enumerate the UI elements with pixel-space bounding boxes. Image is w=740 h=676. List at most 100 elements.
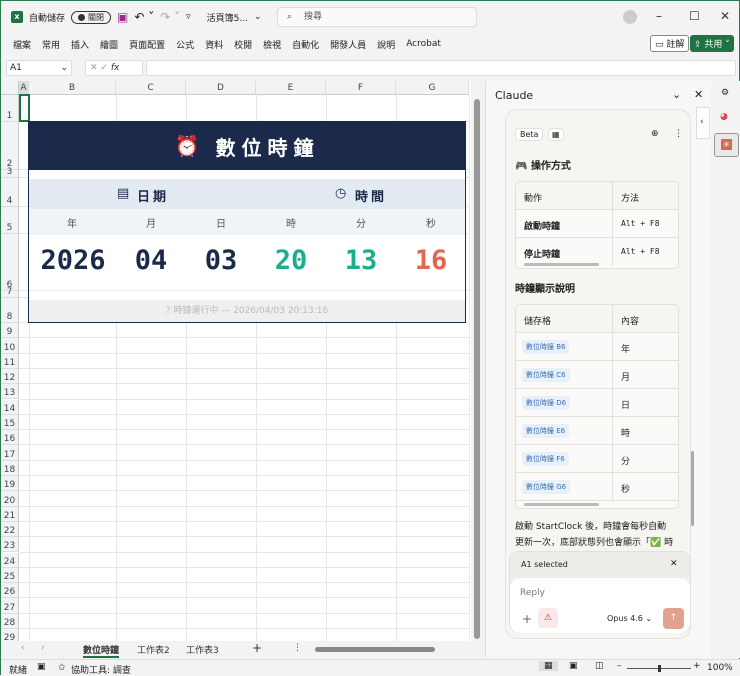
maximize-button[interactable]: ☐ <box>689 9 700 23</box>
row-header[interactable]: 8 <box>1 298 19 323</box>
row-header[interactable]: 11 <box>1 353 19 369</box>
row-header[interactable]: 26 <box>1 583 19 599</box>
menu-help[interactable]: 說明 <box>377 38 395 51</box>
selected-cell-a1[interactable] <box>19 94 30 122</box>
menu-draw[interactable]: 繪圖 <box>100 38 118 51</box>
search-input[interactable]: ⌕ 搜尋 <box>277 7 477 27</box>
macro-record-icon[interactable]: ▣ <box>37 662 46 672</box>
close-panel-icon[interactable]: ✕ <box>694 88 703 101</box>
select-all-button[interactable] <box>1 81 19 95</box>
menu-home[interactable]: 常用 <box>42 38 60 51</box>
row-header[interactable]: 14 <box>1 399 19 415</box>
cell-reference-chip[interactable]: 數位時鐘 F6 <box>522 452 569 466</box>
customize-qat-icon[interactable]: ▿ <box>186 12 191 22</box>
collapse-icon[interactable]: ‹ <box>696 107 710 139</box>
claude-addin-button[interactable]: ✳ <box>714 133 739 157</box>
row-header[interactable]: 22 <box>1 521 19 538</box>
column-header-g[interactable]: G <box>396 81 469 95</box>
row-header[interactable]: 20 <box>1 491 19 507</box>
column-header-a[interactable]: A <box>19 81 29 95</box>
zoom-in-button[interactable]: + <box>693 661 701 671</box>
redo-icon[interactable]: ↷ ˅ <box>160 10 180 24</box>
name-box[interactable]: A1 ⌄ <box>6 60 72 76</box>
zoom-slider[interactable] <box>627 665 691 672</box>
normal-view-icon[interactable]: ▦ <box>539 661 558 671</box>
cell-reference-chip[interactable]: 數位時鐘 E6 <box>522 424 570 438</box>
comments-button[interactable]: ▭ 註解 <box>650 35 690 52</box>
menu-view[interactable]: 檢視 <box>263 38 281 51</box>
sheet-context-icon[interactable]: ▦ <box>548 128 564 141</box>
send-button[interactable]: ↑ <box>663 608 684 629</box>
zoom-slider-thumb[interactable] <box>658 665 661 672</box>
menu-insert[interactable]: 插入 <box>71 38 89 51</box>
cancel-icon[interactable]: ✕ <box>90 63 98 73</box>
menu-automate[interactable]: 自動化 <box>292 38 319 51</box>
table-scrollbar[interactable] <box>524 503 599 506</box>
row-header[interactable]: 18 <box>1 460 19 476</box>
reply-input[interactable]: Reply + ⚠ Opus 4.6 ⌄ ↑ <box>510 578 690 633</box>
accessibility-icon[interactable]: ✩ <box>58 663 66 673</box>
warning-icon[interactable]: ⚠ <box>538 608 558 628</box>
row-header[interactable]: 7 <box>1 287 19 298</box>
vertical-scrollbar[interactable] <box>471 81 483 641</box>
next-sheet-icon[interactable]: › <box>41 643 45 653</box>
page-layout-view-icon[interactable]: ▣ <box>569 661 578 671</box>
copilot-icon[interactable]: ◕ <box>720 112 728 122</box>
cell-reference-chip[interactable]: 數位時鐘 G6 <box>522 480 571 494</box>
new-chat-icon[interactable]: ⊕ <box>651 129 659 139</box>
add-attachment-icon[interactable]: + <box>522 612 532 626</box>
row-header[interactable]: 16 <box>1 430 19 446</box>
menu-developer[interactable]: 開發人員 <box>330 38 366 51</box>
more-options-icon[interactable]: ⋮ <box>674 129 683 139</box>
zoom-out-button[interactable]: – <box>617 661 622 671</box>
close-button[interactable]: ✕ <box>720 9 730 23</box>
filename[interactable]: 活頁簿5... <box>207 11 248 24</box>
share-button[interactable]: ⇪ 共用 ˅ <box>690 35 734 52</box>
formula-input[interactable] <box>146 60 736 76</box>
table-scrollbar[interactable] <box>524 263 599 266</box>
menu-file[interactable]: 檔案 <box>13 38 31 51</box>
chevron-down-icon[interactable]: ⌄ <box>254 12 262 22</box>
row-header[interactable]: 19 <box>1 476 19 492</box>
scroll-thumb[interactable] <box>474 99 480 639</box>
cell-reference-chip[interactable]: 數位時鐘 D6 <box>522 396 571 410</box>
clear-selection-icon[interactable]: ✕ <box>670 559 678 569</box>
row-header[interactable]: 13 <box>1 384 19 400</box>
sheet-tab-clock[interactable]: 數位時鐘 <box>83 643 120 658</box>
chat-scrollbar[interactable] <box>691 451 694 526</box>
column-header-c[interactable]: C <box>116 81 186 95</box>
sheet-tab-3[interactable]: 工作表3 <box>186 643 219 656</box>
menu-data[interactable]: 資料 <box>205 38 223 51</box>
accessibility-status[interactable]: 協助工具: 調查 <box>71 663 131 676</box>
minimize-button[interactable]: – <box>656 9 662 23</box>
row-header[interactable]: 21 <box>1 506 19 522</box>
cell-reference-chip[interactable]: 數位時鐘 C6 <box>522 368 570 382</box>
undo-icon[interactable]: ↶ ˅ <box>134 10 154 24</box>
column-header-b[interactable]: B <box>29 81 116 95</box>
column-header-f[interactable]: F <box>326 81 396 95</box>
menu-page-layout[interactable]: 頁面配置 <box>129 38 165 51</box>
row-header[interactable]: 17 <box>1 445 19 461</box>
horizontal-scrollbar[interactable] <box>315 647 435 652</box>
enter-icon[interactable]: ✓ <box>100 63 108 73</box>
row-header[interactable]: 15 <box>1 414 19 431</box>
row-header[interactable]: 5 <box>1 207 19 234</box>
account-avatar[interactable] <box>623 10 637 24</box>
row-header[interactable]: 3 <box>1 167 19 178</box>
column-header-e[interactable]: E <box>256 81 326 95</box>
row-header[interactable]: 28 <box>1 613 19 629</box>
chevron-down-icon[interactable]: ⌄ <box>672 88 681 101</box>
row-header[interactable]: 24 <box>1 552 19 568</box>
add-sheet-button[interactable]: + <box>252 641 262 655</box>
sheet-tab-2[interactable]: 工作表2 <box>137 643 170 656</box>
autosave-toggle[interactable]: 關閉 <box>71 10 112 24</box>
fx-icon[interactable]: fx <box>111 63 120 73</box>
row-header[interactable]: 10 <box>1 338 19 354</box>
save-icon[interactable]: ▣ <box>117 10 128 24</box>
page-break-view-icon[interactable]: ◫ <box>595 661 604 671</box>
row-header[interactable]: 1 <box>1 95 19 122</box>
more-icon[interactable]: ⋮ <box>293 643 302 653</box>
cell-reference-chip[interactable]: 數位時鐘 B6 <box>522 340 570 354</box>
menu-review[interactable]: 校閱 <box>234 38 252 51</box>
menu-formulas[interactable]: 公式 <box>176 38 194 51</box>
